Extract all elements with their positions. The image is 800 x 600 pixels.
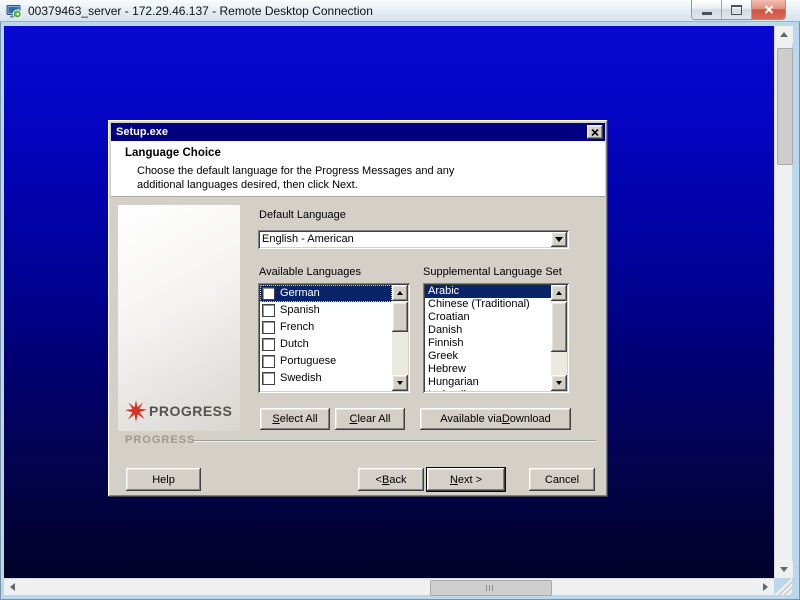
supplemental-list-scrollbar[interactable] xyxy=(551,285,567,391)
horizontal-scrollbar[interactable] xyxy=(4,578,774,595)
checkbox-icon[interactable] xyxy=(262,321,275,334)
footer-divider xyxy=(194,440,596,441)
checkbox-icon[interactable] xyxy=(262,304,275,317)
caption-button-group xyxy=(691,0,786,20)
header-description-line-2: additional languages desired, then click… xyxy=(137,179,358,191)
vertical-scrollbar[interactable] xyxy=(774,26,792,578)
scroll-right-button[interactable] xyxy=(757,579,774,595)
arrow-down-icon xyxy=(556,381,562,385)
available-list-scrollbar[interactable] xyxy=(392,285,408,391)
supplemental-language-finnish[interactable]: Finnish xyxy=(425,337,551,350)
rdp-titlebar[interactable]: 00379463_server - 172.29.46.137 - Remote… xyxy=(0,0,800,22)
supplemental-language-chinese-traditional[interactable]: Chinese (Traditional) xyxy=(425,298,551,311)
available-languages-label: Available Languages xyxy=(259,266,361,278)
arrow-right-icon xyxy=(763,583,768,591)
scrollbar-thumb[interactable] xyxy=(551,302,567,352)
supplemental-language-arabic[interactable]: Arabic xyxy=(425,285,551,298)
dialog-titlebar[interactable]: Setup.exe xyxy=(111,123,605,141)
minimize-button[interactable] xyxy=(692,0,722,19)
select-all-button[interactable]: Select All xyxy=(260,408,330,430)
brand-panel: PROGRESS xyxy=(118,205,240,431)
combobox-selected-value: English - American xyxy=(262,232,549,247)
available-via-download-button[interactable]: Available via Download xyxy=(420,408,571,430)
maximize-button[interactable] xyxy=(722,0,752,19)
rdp-window: { "colors": { "dialog_titlebar": "#00008… xyxy=(0,0,800,600)
language-option-label: Portuguese xyxy=(280,353,336,370)
footer-brand-text: PROGRESS xyxy=(125,434,195,446)
supplemental-language-hungarian[interactable]: Hungarian xyxy=(425,376,551,389)
scroll-left-button[interactable] xyxy=(4,579,21,595)
scroll-up-button[interactable] xyxy=(392,285,408,301)
arrow-left-icon xyxy=(10,583,15,591)
language-option-label: Dutch xyxy=(280,336,309,353)
next-button[interactable]: Next > xyxy=(427,468,505,491)
clear-all-button[interactable]: Clear All xyxy=(335,408,405,430)
progress-logo-text: PROGRESS xyxy=(149,403,232,419)
available-language-portuguese[interactable]: Portuguese xyxy=(260,353,392,370)
close-button[interactable] xyxy=(752,0,785,19)
language-option-label: Spanish xyxy=(280,302,320,319)
available-language-french[interactable]: French xyxy=(260,319,392,336)
language-option-label: Swedish xyxy=(280,370,322,387)
arrow-up-icon xyxy=(780,32,788,37)
dialog-title: Setup.exe xyxy=(116,123,168,141)
chevron-down-icon xyxy=(555,237,563,242)
back-button[interactable]: < Back xyxy=(358,468,424,491)
available-language-swedish[interactable]: Swedish xyxy=(260,370,392,387)
scroll-down-button[interactable] xyxy=(775,561,793,578)
supplemental-language-greek[interactable]: Greek xyxy=(425,350,551,363)
header-description-line-1: Choose the default language for the Prog… xyxy=(137,165,454,177)
available-language-spanish[interactable]: Spanish xyxy=(260,302,392,319)
resize-grip[interactable] xyxy=(774,578,792,595)
checkbox-icon[interactable] xyxy=(262,355,275,368)
page-title: Language Choice xyxy=(125,147,221,159)
dialog-close-button[interactable] xyxy=(587,125,603,139)
scrollbar-thumb[interactable] xyxy=(392,302,408,332)
arrow-down-icon xyxy=(397,381,403,385)
arrow-up-icon xyxy=(556,291,562,295)
arrow-down-icon xyxy=(780,567,788,572)
close-icon xyxy=(591,129,599,136)
language-option-label: German xyxy=(280,285,320,302)
language-option-label: French xyxy=(280,319,314,336)
cancel-button[interactable]: Cancel xyxy=(529,468,595,491)
supplemental-language-set-label: Supplemental Language Set xyxy=(423,266,562,278)
scroll-up-button[interactable] xyxy=(775,26,793,43)
checkbox-icon[interactable] xyxy=(262,287,275,300)
rdp-window-title: 00379463_server - 172.29.46.137 - Remote… xyxy=(28,0,373,22)
supplemental-language-icelandic[interactable]: Icelandic xyxy=(425,389,551,391)
available-languages-list[interactable]: GermanSpanishFrenchDutchPortugueseSwedis… xyxy=(258,283,410,393)
checkbox-icon[interactable] xyxy=(262,338,275,351)
available-language-german[interactable]: German xyxy=(260,285,392,302)
setup-dialog: Setup.exe Language Choice Choose the def… xyxy=(108,120,608,497)
help-button[interactable]: Help xyxy=(126,468,201,491)
supplemental-language-hebrew[interactable]: Hebrew xyxy=(425,363,551,376)
progress-starburst-icon xyxy=(125,400,147,422)
combobox-dropdown-button[interactable] xyxy=(551,232,567,247)
checkbox-icon[interactable] xyxy=(262,372,275,385)
scroll-down-button[interactable] xyxy=(551,375,567,391)
dialog-header: Language Choice Choose the default langu… xyxy=(111,141,605,197)
supplemental-language-list[interactable]: ArabicChinese (Traditional)CroatianDanis… xyxy=(423,283,569,393)
maximize-icon xyxy=(731,5,742,15)
progress-logo: PROGRESS xyxy=(125,400,232,422)
scroll-down-button[interactable] xyxy=(392,375,408,391)
remote-desktop-icon xyxy=(6,3,22,19)
scrollbar-thumb[interactable] xyxy=(777,48,793,165)
available-language-dutch[interactable]: Dutch xyxy=(260,336,392,353)
close-icon xyxy=(764,5,774,14)
supplemental-language-danish[interactable]: Danish xyxy=(425,324,551,337)
default-language-label: Default Language xyxy=(259,209,346,221)
scroll-up-button[interactable] xyxy=(551,285,567,301)
default-language-combobox[interactable]: English - American xyxy=(258,230,569,249)
supplemental-language-croatian[interactable]: Croatian xyxy=(425,311,551,324)
scrollbar-thumb[interactable] xyxy=(430,580,552,596)
minimize-icon xyxy=(702,12,712,15)
arrow-up-icon xyxy=(397,291,403,295)
